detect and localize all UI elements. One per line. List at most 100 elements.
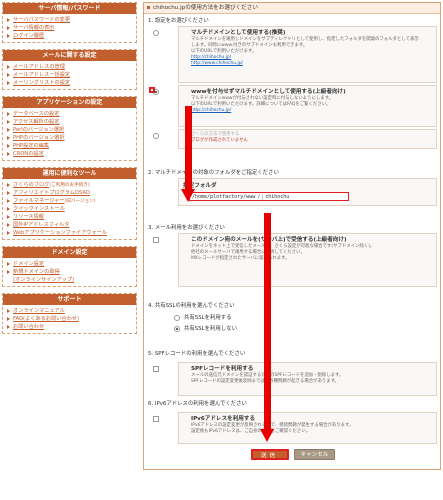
option-sakura-method[interactable]: さくらの方法で使用する ブログが作成されていません xyxy=(153,129,437,149)
url-link[interactable]: http://chihochu.jp/ xyxy=(191,108,432,114)
folder-path-field[interactable]: /home/plotfactory/www / chihochu xyxy=(189,192,349,201)
sidebar-item-php-settings[interactable]: PHP設定の編集 xyxy=(7,142,133,150)
sidebar-item-waf[interactable]: Webアプリケーションファイアウォール xyxy=(7,229,133,237)
sidebar-item-php-version[interactable]: PHPのバージョン選択 xyxy=(7,134,133,142)
option-ssl-on[interactable]: 共有SSLを利用する xyxy=(174,314,437,322)
section-heading: 5. SPFレコードの利用を選んでください xyxy=(148,351,246,357)
bullet-icon xyxy=(7,191,10,195)
section-heading: 6. IPv6アドレスの利用を選んでください xyxy=(148,401,247,407)
section-heading: 4. 共有SSLの利用を選んでください xyxy=(148,303,235,309)
sidebar-group-title: メールに関する設定 xyxy=(3,50,136,61)
sidebar-item-contact[interactable]: お問い合わせ xyxy=(7,323,133,331)
sidebar-item-database[interactable]: データベースの設定 xyxy=(7,110,133,118)
bullet-icon xyxy=(7,18,10,22)
sidebar-group-tools: 運用に便利なツール さくらのブログ(ご利用のお手続き) アフィリエイトプログラム… xyxy=(2,167,137,240)
sidebar-item-manual[interactable]: オンラインマニュアル xyxy=(7,307,133,315)
bullet-icon xyxy=(7,231,10,235)
bullet-icon xyxy=(7,128,10,132)
sidebar-item-quick-install[interactable]: クイックインストール xyxy=(7,205,133,213)
sidebar-item-blog[interactable]: さくらのブログ(ご利用のお手続き) xyxy=(7,181,133,189)
sidebar-item-domain-settings[interactable]: ドメイン設定 xyxy=(7,260,133,268)
annotation-arrow-shaft xyxy=(185,106,192,189)
radio-multidomain[interactable] xyxy=(153,30,159,36)
radio-sakura-method[interactable] xyxy=(153,133,159,139)
sidebar-group-support: サポート オンラインマニュアル FAQ(よくあるお問い合わせ) お問い合わせ xyxy=(2,293,137,334)
bullet-icon xyxy=(7,270,10,274)
option-receive-mail[interactable]: このドメイン宛のメールを(サーバ上)で受信する(上級者向け) ドメインをネット上… xyxy=(153,233,437,287)
sidebar-item-new-domain-sub[interactable]: (オンラインサインアップ) xyxy=(7,276,133,284)
cancel-button[interactable]: キャンセル xyxy=(293,448,336,460)
section-spf: 5. SPFレコードの利用を選んでください SPFレコードを利用する メールの送… xyxy=(148,350,437,398)
bullet-icon xyxy=(7,207,10,211)
annotation-arrow-head xyxy=(260,429,274,442)
annotation-arrow-head xyxy=(181,189,195,202)
option-spf[interactable]: SPFレコードを利用する メールの送信元ドメインを認証するためのSPFレコードを… xyxy=(153,362,437,396)
domain-usage-panel: chihochu.jpの使用方法をお選びください 1. 設定をお選びください マ… xyxy=(143,2,441,470)
checkbox-receive-mail[interactable] xyxy=(153,237,159,243)
bullet-icon xyxy=(7,215,10,219)
sidebar-item-change-password[interactable]: サーバパスワードの変更 xyxy=(7,16,133,24)
bullet-icon xyxy=(7,152,10,156)
sidebar-group-mail: メールに関する設定 メールアドレスの管理 メールアドレス一括設定 メーリングリス… xyxy=(2,49,137,90)
bullet-icon xyxy=(7,317,10,321)
bullet-icon xyxy=(7,112,10,116)
sidebar-item-login-history[interactable]: ログイン履歴 xyxy=(7,32,133,40)
sidebar: サーバ情報/パスワード サーバパスワードの変更 サーバ情報の表示 ログイン履歴 … xyxy=(2,2,137,340)
option-multidomain[interactable]: マルチドメインとして使用する(推奨) マルチドメインを運用しドメインをサブディレ… xyxy=(153,26,437,83)
sidebar-group-title: サポート xyxy=(3,294,136,305)
bullet-icon xyxy=(7,144,10,148)
section-heading: 3. メール利用をお選びください xyxy=(148,225,225,231)
sidebar-item-mail-bulk[interactable]: メールアドレス一括設定 xyxy=(7,71,133,79)
folder-name-input[interactable]: chihochu xyxy=(262,193,289,200)
selection-highlight xyxy=(149,87,155,93)
submit-button[interactable]: 送信 xyxy=(250,448,289,460)
option-ssl-off[interactable]: 共有SSLを利用しない xyxy=(174,325,437,333)
checkbox-ipv6[interactable] xyxy=(153,416,159,422)
form-buttons: 送信 キャンセル xyxy=(248,445,338,463)
sidebar-item-cron[interactable]: CRONの設定 xyxy=(7,150,133,158)
bullet-icon xyxy=(7,309,10,313)
radio-ssl-on[interactable] xyxy=(174,315,180,321)
option-ipv6[interactable]: IPv6アドレスを利用する IPv6アドレスの設定変更が反映されるまで、接続問題… xyxy=(153,412,437,444)
section-mail: 3. メール利用をお選びください このドメイン宛のメールを(サーバ上)で受信する… xyxy=(148,224,437,289)
annotation-arrow-shaft xyxy=(264,213,271,429)
folder-label: 指定フォルダ xyxy=(183,183,217,189)
path-separator: / xyxy=(257,193,261,200)
radio-ssl-off[interactable] xyxy=(174,326,180,332)
url-link-www[interactable]: http://www.chihochu.jp/ xyxy=(191,61,432,67)
sidebar-group-apps: アプリケーションの設定 データベースの設定 アクセス解析の設定 Perlのバージ… xyxy=(2,96,137,161)
sidebar-item-faq[interactable]: FAQ(よくあるお問い合わせ) xyxy=(7,315,133,323)
sidebar-group-title: サーバ情報/パスワード xyxy=(3,3,136,14)
bullet-icon xyxy=(7,325,10,329)
bullet-icon xyxy=(7,81,10,85)
bullet-icon xyxy=(7,183,10,187)
square-bullet-icon xyxy=(147,6,150,9)
folder-box: 指定フォルダ /home/plotfactory/www / chihochu xyxy=(178,178,437,206)
bullet-icon xyxy=(7,136,10,140)
sidebar-group-title: アプリケーションの設定 xyxy=(3,97,136,108)
sidebar-item-new-domain[interactable]: 新規ドメインの取得 xyxy=(7,268,133,276)
section-ipv6: 6. IPv6アドレスの利用を選んでください IPv6アドレスを利用する IPv… xyxy=(148,400,437,446)
sidebar-group-title: 運用に便利なツール xyxy=(3,168,136,179)
bullet-icon xyxy=(7,199,10,203)
bullet-icon xyxy=(7,120,10,124)
sidebar-item-file-manager[interactable]: ファイルマネージャー(旧バージョン) xyxy=(7,197,133,205)
section-shared-ssl: 4. 共有SSLの利用を選んでください 共有SSLを利用する 共有SSLを利用し… xyxy=(148,302,437,333)
sidebar-item-mail-address[interactable]: メールアドレスの管理 xyxy=(7,63,133,71)
sidebar-item-resource-info[interactable]: リソース情報 xyxy=(7,213,133,221)
bullet-icon xyxy=(7,65,10,69)
sidebar-group-title: ドメイン設定 xyxy=(3,247,136,258)
sidebar-item-affiliate[interactable]: アフィリエイトプログラムDSAD xyxy=(7,189,133,197)
sidebar-group-domain: ドメイン設定 ドメイン設定 新規ドメインの取得 (オンラインサインアップ) xyxy=(2,246,137,287)
option-multidomain-no-www[interactable]: wwwを付与せずマルチドメインとして使用する(上級者向け) マルチドメインwww… xyxy=(149,85,437,127)
sidebar-item-mailing-list[interactable]: メーリングリストの設定 xyxy=(7,79,133,87)
bullet-icon xyxy=(7,26,10,30)
sidebar-item-perl-version[interactable]: Perlのバージョン選択 xyxy=(7,126,133,134)
sidebar-item-server-info[interactable]: サーバ情報の表示 xyxy=(7,24,133,32)
sidebar-item-ip-filter[interactable]: 国外IPアドレスフィルタ xyxy=(7,221,133,229)
bullet-icon xyxy=(7,262,10,266)
sidebar-group-server: サーバ情報/パスワード サーバパスワードの変更 サーバ情報の表示 ログイン履歴 xyxy=(2,2,137,43)
sidebar-item-access-log[interactable]: アクセス解析の設定 xyxy=(7,118,133,126)
bullet-icon xyxy=(7,73,10,77)
checkbox-spf[interactable] xyxy=(153,366,159,372)
